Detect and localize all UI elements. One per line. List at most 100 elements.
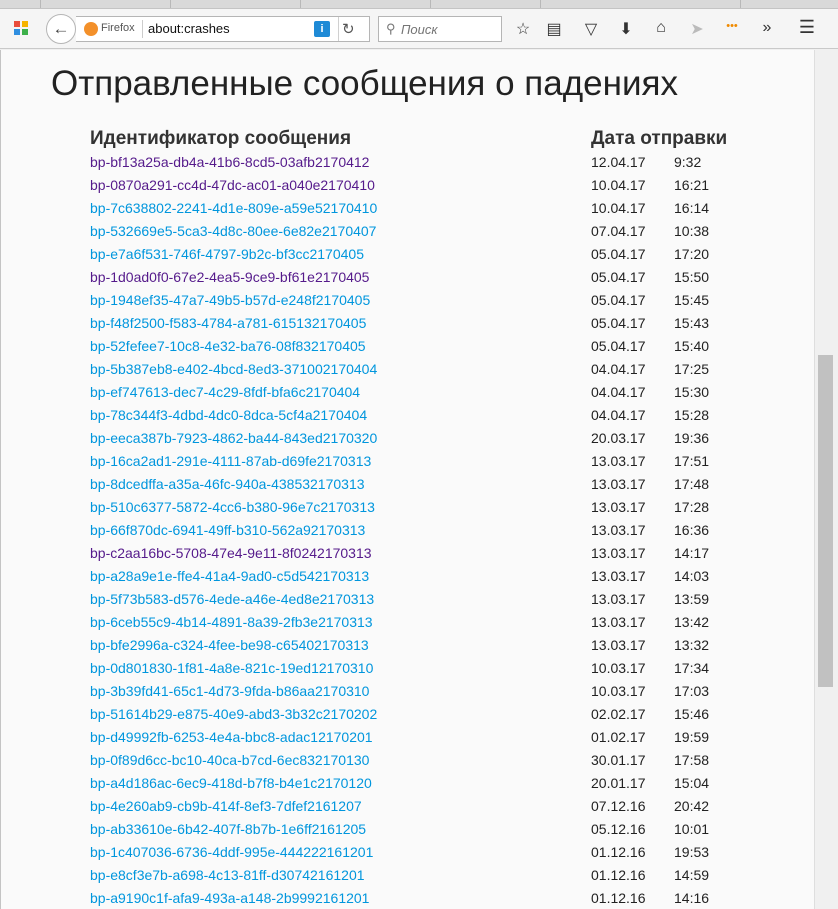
table-row: bp-16ca2ad1-291e-4111-87ab-d69fe2170313 1… [90,449,734,472]
report-id-cell: bp-c2aa16bc-5708-47e4-9e11-8f0242170313 [90,541,591,564]
crash-report-link[interactable]: bp-532669e5-5ca3-4d8c-80ee-6e82e2170407 [90,223,376,239]
crash-report-link[interactable]: bp-a4d186ac-6ec9-418d-b7f8-b4e1c2170120 [90,775,372,791]
crash-report-link[interactable]: bp-3b39fd41-65c1-4d73-9fda-b86aa2170310 [90,683,369,699]
report-time: 17:03 [674,682,710,699]
report-id-cell: bp-f48f2500-f583-4784-a781-615132170405 [90,311,591,334]
table-row: bp-e7a6f531-746f-4797-9b2c-bf3cc2170405 0… [90,242,734,265]
crash-report-link[interactable]: bp-8dcedffa-a35a-46fc-940a-438532170313 [90,476,365,492]
back-button[interactable]: ← [46,14,76,44]
crash-report-link[interactable]: bp-1d0ad0f0-67e2-4ea5-9ce9-bf61e2170405 [90,269,369,285]
crash-report-link[interactable]: bp-f48f2500-f583-4784-a781-615132170405 [90,315,366,331]
report-time: 17:25 [674,360,710,377]
crash-report-link[interactable]: bp-a9190c1f-afa9-493a-a148-2b9992161201 [90,890,369,906]
crash-report-link[interactable]: bp-eeca387b-7923-4862-ba44-843ed2170320 [90,430,377,446]
crash-report-link[interactable]: bp-a28a9e1e-ffe4-41a4-9ad0-c5d542170313 [90,568,369,584]
crash-report-link[interactable]: bp-66f870dc-6941-49ff-b310-562a92170313 [90,522,365,538]
home-icon[interactable]: ⌂ [651,19,671,37]
page-title: Отправленные сообщения о падениях [51,64,678,103]
info-icon[interactable]: i [314,21,330,37]
search-input[interactable] [401,19,497,39]
table-row: bp-1948ef35-47a7-49b5-b57d-e248f2170405 0… [90,288,734,311]
crash-report-link[interactable]: bp-78c344f3-4dbd-4dc0-8dca-5cf4a2170404 [90,407,367,423]
report-date: 13.03.17 [591,521,646,538]
firefox-logo-icon [84,22,98,36]
crash-report-link[interactable]: bp-bf13a25a-db4a-41b6-8cd5-03afb2170412 [90,154,369,170]
crash-report-link[interactable]: bp-6ceb55c9-4b14-4891-8a39-2fb3e2170313 [90,614,373,630]
download-icon[interactable]: ⬇ [616,19,636,39]
crash-report-link[interactable]: bp-e7a6f531-746f-4797-9b2c-bf3cc2170405 [90,246,364,262]
report-date: 13.03.17 [591,498,646,515]
tab-strip[interactable] [0,0,838,9]
tab[interactable] [430,0,541,8]
crash-report-link[interactable]: bp-e8cf3e7b-a698-4c13-81ff-d30742161201 [90,867,365,883]
table-row: bp-a9190c1f-afa9-493a-a148-2b9992161201 0… [90,886,734,909]
crash-report-link[interactable]: bp-d49992fb-6253-4e4a-bbc8-adac12170201 [90,729,373,745]
navigation-toolbar: ← Firefox about:crashes i ↻ ⚲ ☆ ▤ ▽ ⬇ ⌂ … [0,9,838,49]
table-row: bp-bfe2996a-c324-4fee-be98-c65402170313 1… [90,633,734,656]
crash-report-link[interactable]: bp-0f89d6cc-bc10-40ca-b7cd-6ec832170130 [90,752,369,768]
column-header-id: Идентификатор сообщения [90,128,352,149]
crash-report-link[interactable]: bp-c2aa16bc-5708-47e4-9e11-8f0242170313 [90,545,372,561]
crash-report-link[interactable]: bp-ef747613-dec7-4c29-8fdf-bfa6c2170404 [90,384,360,400]
crash-report-link[interactable]: bp-1948ef35-47a7-49b5-b57d-e248f2170405 [90,292,370,308]
crash-report-link[interactable]: bp-16ca2ad1-291e-4111-87ab-d69fe2170313 [90,453,371,469]
column-header-date: Дата отправки [591,128,728,149]
report-id-cell: bp-16ca2ad1-291e-4111-87ab-d69fe2170313 [90,449,591,472]
report-time: 15:04 [674,774,710,791]
report-time: 16:14 [674,199,710,216]
menu-icon[interactable]: ☰ [797,17,817,38]
tab[interactable] [40,0,171,8]
table-row: bp-78c344f3-4dbd-4dc0-8dca-5cf4a2170404 0… [90,403,734,426]
report-time: 15:50 [674,268,710,285]
report-date: 13.03.17 [591,452,646,469]
url-bar[interactable]: Firefox about:crashes i ↻ [76,16,370,42]
table-row: bp-a4d186ac-6ec9-418d-b7f8-b4e1c2170120 2… [90,771,734,794]
crash-report-link[interactable]: bp-52fefee7-10c8-4e32-ba76-08f832170405 [90,338,366,354]
report-id-cell: bp-e7a6f531-746f-4797-9b2c-bf3cc2170405 [90,242,591,265]
crash-report-link[interactable]: bp-510c6377-5872-4cc6-b380-96e7c2170313 [90,499,375,515]
search-bar[interactable]: ⚲ [378,16,502,42]
tab[interactable] [170,0,301,8]
report-time: 10:38 [674,222,710,239]
report-id-cell: bp-1948ef35-47a7-49b5-b57d-e248f2170405 [90,288,591,311]
reload-icon[interactable]: ↻ [342,20,355,38]
report-id-cell: bp-532669e5-5ca3-4d8c-80ee-6e82e2170407 [90,219,591,242]
table-row: bp-eeca387b-7923-4862-ba44-843ed2170320 2… [90,426,734,449]
scrollbar-thumb[interactable] [818,355,833,687]
crash-report-link[interactable]: bp-51614b29-e875-40e9-abd3-3b32c2170202 [90,706,377,722]
bookmark-star-icon[interactable]: ☆ [513,19,533,39]
crash-report-link[interactable]: bp-1c407036-6736-4ddf-995e-444222161201 [90,844,373,860]
crash-report-link[interactable]: bp-5b387eb8-e402-4bcd-8ed3-371002170404 [90,361,377,377]
crash-report-link[interactable]: bp-5f73b583-d576-4ede-a46e-4ed8e2170313 [90,591,374,607]
crash-report-link[interactable]: bp-0d801830-1f81-4a8e-821c-19ed12170310 [90,660,373,676]
report-date: 05.04.17 [591,268,646,285]
send-icon[interactable]: ➤ [687,19,707,39]
report-id-cell: bp-e8cf3e7b-a698-4c13-81ff-d30742161201 [90,863,591,886]
overflow-chevron-icon[interactable]: » [757,19,777,37]
crash-report-link[interactable]: bp-ab33610e-6b42-407f-8b7b-1e6ff2161205 [90,821,366,837]
tab[interactable] [540,0,741,8]
pocket-icon[interactable]: ▽ [581,19,601,39]
crash-report-link[interactable]: bp-bfe2996a-c324-4fee-be98-c65402170313 [90,637,369,653]
report-date: 07.12.16 [591,797,646,814]
crash-report-link[interactable]: bp-0870a291-cc4d-47dc-ac01-a040e2170410 [90,177,375,193]
url-separator [142,20,143,38]
tab[interactable] [300,0,431,8]
report-time: 19:53 [674,843,710,860]
report-id-cell: bp-78c344f3-4dbd-4dc0-8dca-5cf4a2170404 [90,403,591,426]
report-time: 15:43 [674,314,710,331]
report-id-cell: bp-a4d186ac-6ec9-418d-b7f8-b4e1c2170120 [90,771,591,794]
url-input[interactable]: about:crashes [148,21,230,36]
extension-icon[interactable]: ••• [722,20,742,32]
tab[interactable] [0,0,41,8]
table-row: bp-0d801830-1f81-4a8e-821c-19ed12170310 1… [90,656,734,679]
crash-report-link[interactable]: bp-7c638802-2241-4d1e-809e-a59e52170410 [90,200,377,216]
table-row: bp-f48f2500-f583-4784-a781-615132170405 0… [90,311,734,334]
apps-grid-icon[interactable] [14,21,28,35]
report-date: 05.04.17 [591,291,646,308]
reading-list-icon[interactable]: ▤ [544,19,564,39]
report-date: 01.12.16 [591,889,646,906]
report-date: 04.04.17 [591,406,646,423]
scrollbar[interactable] [814,50,838,909]
crash-report-link[interactable]: bp-4e260ab9-cb9b-414f-8ef3-7dfef2161207 [90,798,362,814]
